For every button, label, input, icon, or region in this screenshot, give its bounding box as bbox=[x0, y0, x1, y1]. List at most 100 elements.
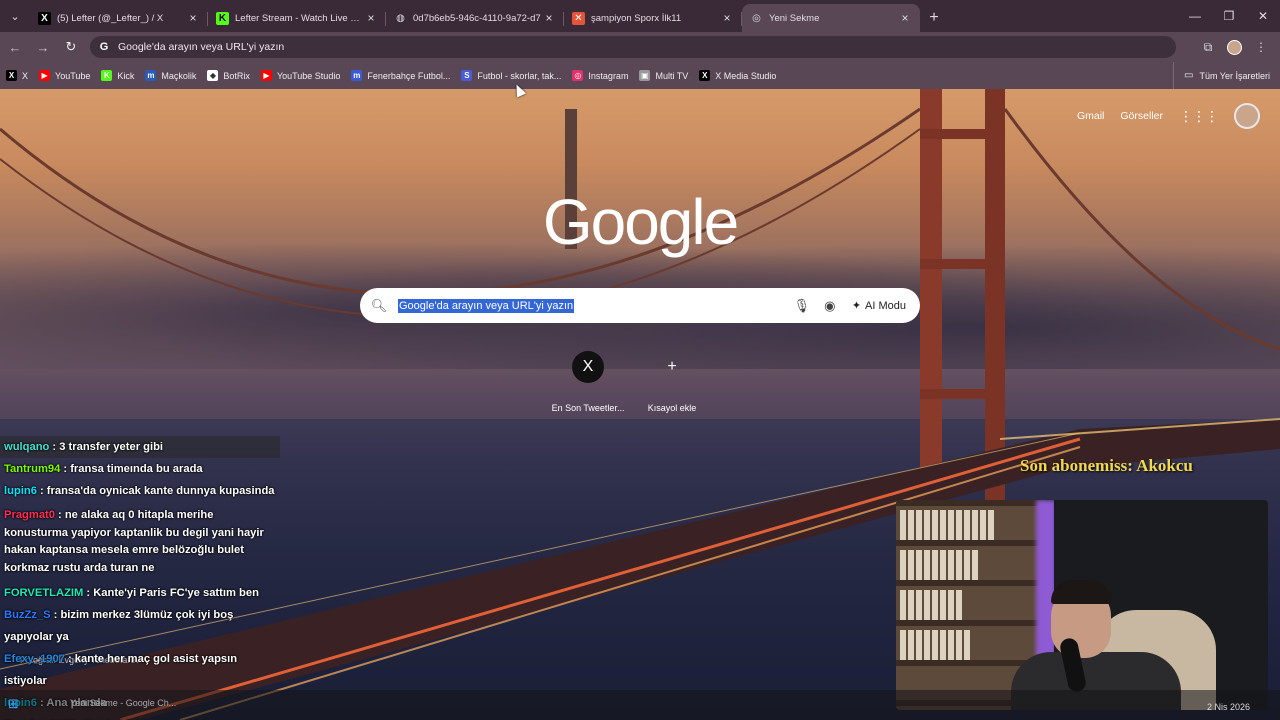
bookmark-2[interactable]: ▶ YouTube bbox=[39, 70, 90, 81]
bookmark-label: Kick bbox=[117, 70, 135, 81]
bookmark-6[interactable]: ▶ YouTube Studio bbox=[260, 70, 341, 81]
bookmark-label: Instagram bbox=[588, 70, 629, 81]
chat-text: : fransa timeında bu arada bbox=[63, 463, 203, 475]
bookmark-4[interactable]: m Maçkolik bbox=[145, 70, 196, 81]
tab-title: şampiyon Sporx İlk11 bbox=[591, 12, 682, 24]
chat-username: wulqano bbox=[4, 441, 50, 453]
address-bar[interactable]: G Google'da arayın veya URL'yi yazın bbox=[90, 36, 1176, 58]
shortcuts-row: X En Son Tweetler... + Kısayol ekle bbox=[551, 351, 706, 413]
chat-message: Efexy_1907: kante her maç gol asist yaps… bbox=[0, 648, 280, 692]
bookmark-1[interactable]: X X bbox=[6, 70, 28, 81]
bookmark-5[interactable]: ◆ BotRix bbox=[207, 70, 250, 81]
tab-strip: ⌄ X (5) Lefter (@_Lefter_) / X × K Lefte… bbox=[0, 0, 1280, 32]
kebab-menu-icon[interactable]: ⋮ bbox=[1248, 34, 1274, 60]
windows-start-icon[interactable]: ⊞ bbox=[8, 696, 19, 712]
tab-5[interactable]: ◎ Yeni Sekme × bbox=[742, 4, 920, 32]
close-tab-icon[interactable]: × bbox=[720, 11, 734, 25]
x-logo-icon: X bbox=[572, 351, 604, 383]
tab-title: Lefter Stream - Watch Live on K bbox=[235, 12, 364, 24]
bookmark-label: X Media Studio bbox=[715, 70, 777, 81]
add-shortcut-label: Kısayol ekle bbox=[647, 403, 697, 413]
bookmark-favicon-icon: ◆ bbox=[207, 70, 219, 81]
streamer-hair bbox=[1051, 580, 1111, 604]
bookmark-8[interactable]: S Futbol - skorlar, tak... bbox=[461, 70, 561, 81]
close-window-icon[interactable]: ✕ bbox=[1246, 0, 1280, 32]
bookmark-favicon-icon: m bbox=[145, 70, 157, 81]
bookmark-11[interactable]: X X Media Studio bbox=[699, 70, 776, 81]
tab-title: 0d7b6eb5-946c-4110-9a72-d7 bbox=[413, 12, 541, 24]
arrow-left-icon: ← bbox=[8, 39, 22, 55]
tab-3[interactable]: ◍ 0d7b6eb5-946c-4110-9a72-d7 × bbox=[386, 4, 564, 32]
taskbar-date: 2 Nis 2026 bbox=[1206, 702, 1250, 712]
chevron-down-icon: ⌄ bbox=[10, 10, 20, 23]
tab-search-button[interactable]: ⌄ bbox=[0, 0, 30, 32]
bookmark-3[interactable]: K Kick bbox=[101, 70, 134, 81]
close-tab-icon[interactable]: × bbox=[186, 11, 200, 25]
bookmark-favicon-icon: m bbox=[351, 70, 363, 81]
close-tab-icon[interactable]: × bbox=[364, 11, 378, 25]
profile-avatar[interactable] bbox=[1227, 39, 1242, 55]
close-tab-icon[interactable]: × bbox=[542, 11, 556, 25]
ai-mode-button[interactable]: ✦ AI Modu bbox=[844, 299, 920, 313]
reload-button[interactable]: ↻ bbox=[58, 34, 84, 60]
google-g-icon: G bbox=[99, 41, 109, 53]
address-bar-text: Google'da arayın veya URL'yi yazın bbox=[118, 41, 285, 53]
bookmark-favicon-icon: X bbox=[699, 70, 711, 81]
bookmark-label: Multi TV bbox=[655, 70, 689, 81]
shortcut-label: En Son Tweetler... bbox=[551, 403, 625, 413]
tab-4[interactable]: ✕ şampiyon Sporx İlk11 × bbox=[564, 4, 742, 32]
search-icon: 🔍︎ bbox=[370, 297, 388, 313]
globe-icon: ◍ bbox=[396, 12, 405, 24]
taskbar-item[interactable]: Yeni Sekme - Google Ch... bbox=[70, 698, 176, 708]
bookmark-label: YouTube Studio bbox=[276, 70, 341, 81]
tab-1[interactable]: X (5) Lefter (@_Lefter_) / X × bbox=[30, 4, 208, 32]
chrome-icon: ◎ bbox=[752, 12, 761, 24]
minimize-icon[interactable]: — bbox=[1178, 0, 1212, 32]
folder-icon: ▭ bbox=[1184, 70, 1194, 81]
microphone-icon[interactable]: 🎙︎ bbox=[788, 298, 816, 314]
restore-icon[interactable]: ❐ bbox=[1212, 0, 1246, 32]
bookmark-favicon-icon: ▣ bbox=[639, 70, 651, 81]
bookmark-label: YouTube bbox=[55, 70, 91, 81]
last-subscriber-banner: Son abonemiss: Akokcu bbox=[1020, 456, 1193, 475]
images-link[interactable]: Görseller bbox=[1120, 110, 1163, 122]
books-row bbox=[900, 630, 1040, 660]
tab-title: Yeni Sekme bbox=[769, 12, 820, 24]
forward-button[interactable]: → bbox=[30, 34, 56, 60]
stream-chat-overlay: wulqano: 3 transfer yeter gibi Tantrum94:… bbox=[0, 436, 280, 720]
new-tab-button[interactable]: + bbox=[920, 4, 948, 32]
bookmark-label: Futbol - skorlar, tak... bbox=[477, 70, 562, 81]
shortcut-tile[interactable]: X En Son Tweetler... bbox=[551, 351, 625, 413]
search-input[interactable]: Google'da arayın veya URL'yi yazın bbox=[398, 298, 575, 313]
gmail-link[interactable]: Gmail bbox=[1077, 110, 1104, 122]
apps-grid-icon[interactable]: ⋮⋮⋮ bbox=[1179, 108, 1219, 125]
chat-message: lupin6: fransa'da oynicak kante dunnya k… bbox=[0, 480, 280, 502]
google-account-avatar[interactable] bbox=[1234, 103, 1260, 129]
bookmark-favicon-icon: ▶ bbox=[39, 70, 51, 81]
chat-message: Pragmat0: ne alaka aq 0 hitapla merihe k… bbox=[0, 502, 280, 582]
google-search-box[interactable]: 🔍︎ Google'da arayın veya URL'yi yazın 🎙︎… bbox=[360, 288, 920, 323]
chat-username: BuzZz_S bbox=[4, 609, 51, 622]
google-logo: Google bbox=[542, 186, 739, 258]
google-lens-icon[interactable]: ◉ bbox=[816, 298, 844, 314]
bookmark-7[interactable]: m Fenerbahçe Futbol... bbox=[351, 70, 450, 81]
x-logo-icon: X bbox=[38, 11, 51, 25]
extensions-icon[interactable]: ⧉ bbox=[1195, 34, 1221, 60]
kick-logo-icon: K bbox=[216, 11, 229, 25]
bookmark-9[interactable]: ◎ Instagram bbox=[572, 70, 628, 81]
bookmark-label: Fenerbahçe Futbol... bbox=[367, 70, 451, 81]
back-button[interactable]: ← bbox=[2, 34, 28, 60]
bookmark-favicon-icon: ◎ bbox=[572, 70, 584, 81]
tab-2[interactable]: K Lefter Stream - Watch Live on K × bbox=[208, 4, 386, 32]
chat-message: wulqano: 3 transfer yeter gibi bbox=[0, 436, 280, 458]
arrow-right-icon: → bbox=[36, 39, 50, 55]
bookmark-10[interactable]: ▣ Multi TV bbox=[639, 70, 688, 81]
chat-username: Pragmat0 bbox=[4, 509, 55, 521]
close-tab-icon[interactable]: × bbox=[898, 11, 912, 25]
bookmark-favicon-icon: S bbox=[461, 70, 473, 81]
add-shortcut-tile[interactable]: + Kısayol ekle bbox=[638, 351, 706, 413]
all-bookmarks-button[interactable]: ▭ Tüm Yer İşaretleri bbox=[1173, 62, 1270, 89]
all-bookmarks-label: Tüm Yer İşaretleri bbox=[1199, 70, 1270, 81]
chat-text: : fransa'da oynicak kante dunnya kupasin… bbox=[39, 485, 275, 497]
books-row bbox=[900, 590, 1040, 620]
